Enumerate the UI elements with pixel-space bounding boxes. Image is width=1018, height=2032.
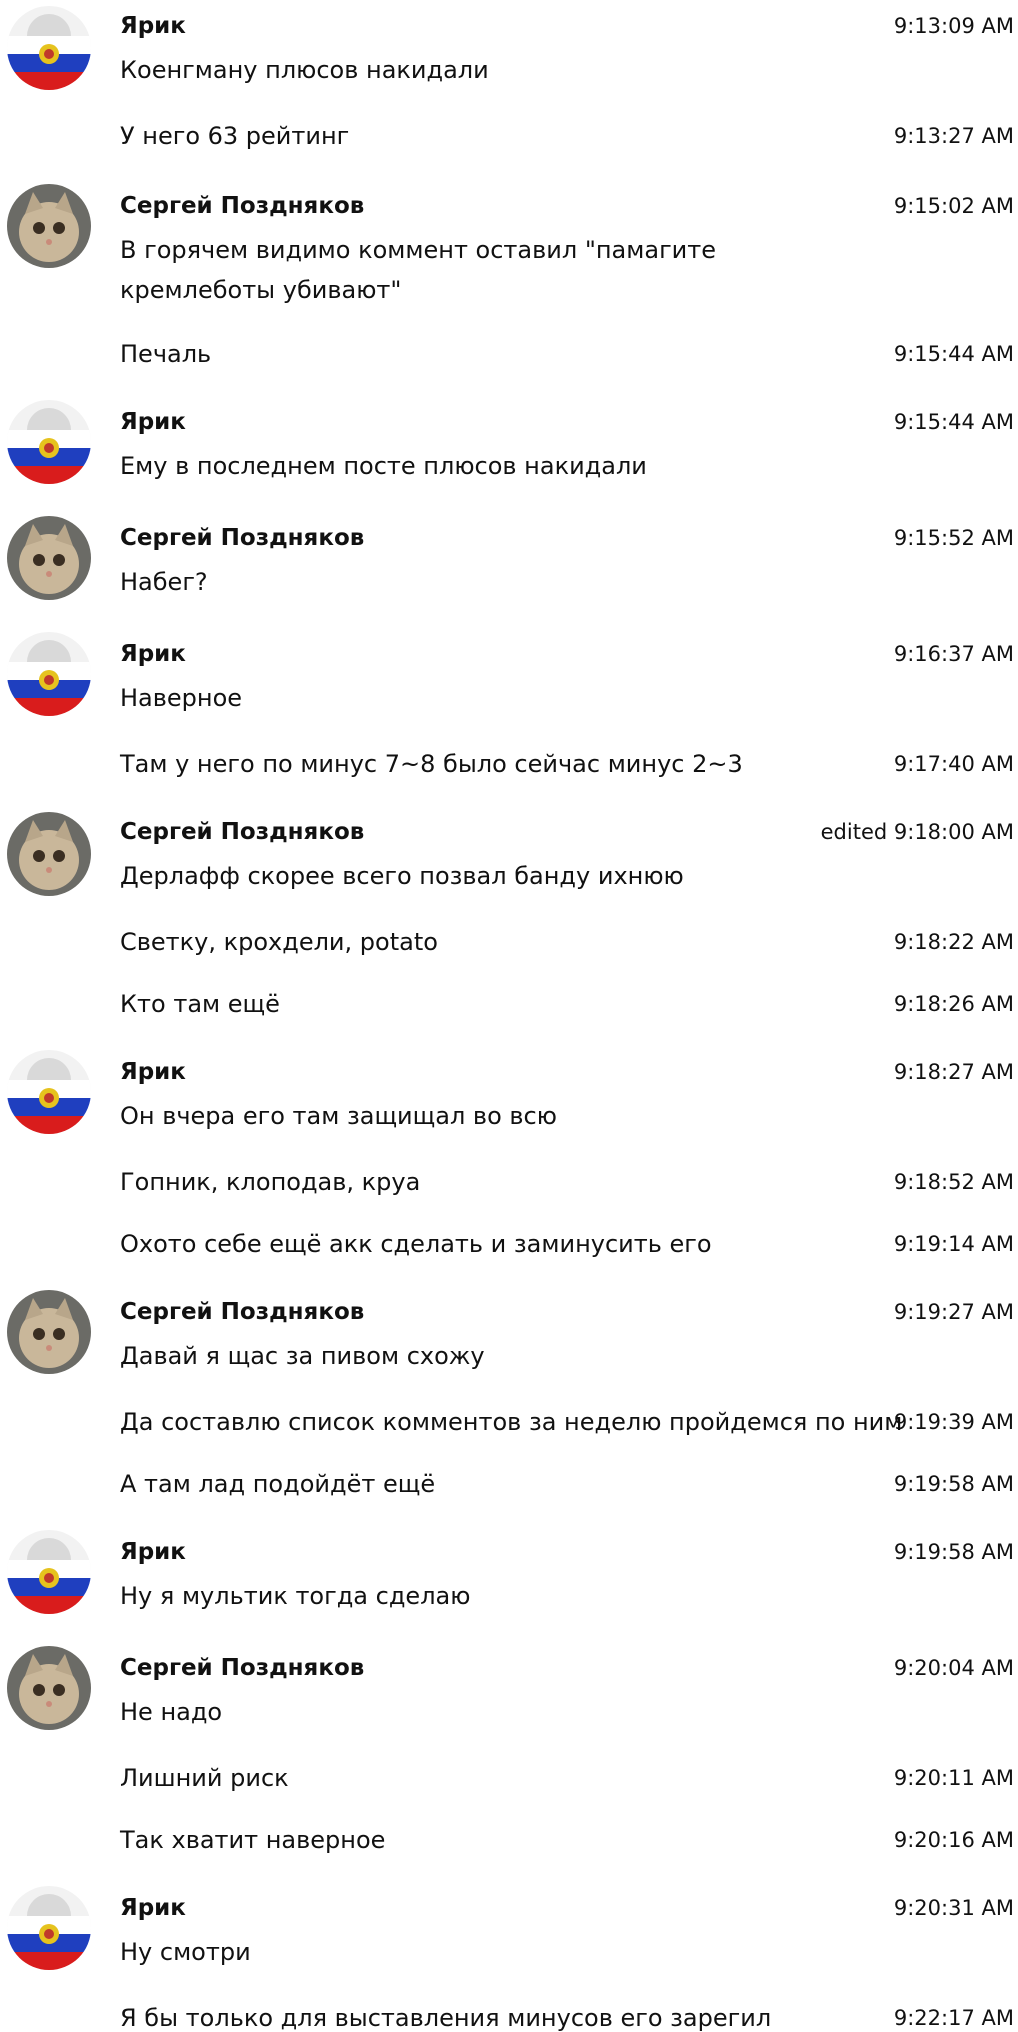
message-time: 9:15:02 AM [893,194,1014,218]
cat-avatar-icon[interactable] [7,184,91,268]
flag-avatar-icon[interactable] [7,1886,91,1970]
message-time: 9:19:14 AM [893,1232,1014,1256]
message-text: Набег? [120,568,208,596]
cat-avatar-icon[interactable] [7,516,91,600]
message-time: 9:17:40 AM [893,752,1014,776]
message-author: Сергей Поздняков [120,819,365,845]
message-time: 9:18:52 AM [893,1170,1014,1194]
message-text: Гопник, клоподав, круа [120,1168,421,1196]
flag-avatar-icon[interactable] [7,632,91,716]
message-time: 9:13:09 AM [893,14,1014,38]
message-author: Ярик [120,1895,186,1921]
message-text: Он вчера его там защищал во всю [120,1102,557,1130]
message-text: Коенгману плюсов накидали [120,56,489,84]
message-time: 9:20:11 AM [893,1766,1014,1790]
message-time: 9:22:17 AM [893,2006,1014,2030]
message-text: Не надо [120,1698,223,1726]
message-time: 9:19:58 AM [893,1472,1014,1496]
message-text: В горячем видимо коммент оставил "памаги… [120,236,717,304]
message-text: Печаль [120,340,212,368]
message-text: Светку, крохдели, potato [120,928,438,956]
message-author: Ярик [120,1059,186,1085]
message-time: 9:15:52 AM [893,526,1014,550]
message-time: 9:19:27 AM [893,1300,1014,1324]
message-time: 9:18:27 AM [893,1060,1014,1084]
message-time: 9:16:37 AM [893,642,1014,666]
message-author: Ярик [120,13,186,39]
message-text: У него 63 рейтинг [120,122,350,150]
message-text: Кто там ещё [120,990,280,1018]
message-author: Ярик [120,409,186,435]
message-time: 9:15:44 AM [893,410,1014,434]
message-time: 9:20:31 AM [893,1896,1014,1920]
cat-avatar-icon[interactable] [7,812,91,896]
flag-avatar-icon[interactable] [7,6,91,90]
message-text: Там у него по минус 7~8 было сейчас мину… [120,750,743,778]
message-text: Охото себе ещё акк сделать и заминусить … [120,1230,712,1258]
message-text: Ну я мультик тогда сделаю [120,1582,471,1610]
message-author: Ярик [120,1539,186,1565]
message-time: 9:19:58 AM [893,1540,1014,1564]
cat-avatar-icon[interactable] [7,1290,91,1374]
message-time: 9:18:22 AM [893,930,1014,954]
message-time: 9:20:04 AM [893,1656,1014,1680]
message-text: Ему в последнем посте плюсов накидали [120,452,647,480]
message-time: 9:19:39 AM [893,1410,1014,1434]
message-time: 9:20:16 AM [893,1828,1014,1852]
chat-history: Ярик 9:13:09 AM Коенгману плюсов накидал… [0,0,1018,2032]
message-author: Сергей Поздняков [120,525,365,551]
message-text: А там лад подойдёт ещё [120,1470,436,1498]
message-text: Давай я щас за пивом схожу [120,1342,485,1370]
message-text: Я бы только для выставления минусов его … [120,2004,772,2032]
flag-avatar-icon[interactable] [7,400,91,484]
message-author: Сергей Поздняков [120,1299,365,1325]
message-time: edited 9:18:00 AM [820,820,1014,844]
flag-avatar-icon[interactable] [7,1050,91,1134]
message-text: Так хватит наверное [120,1826,386,1854]
flag-avatar-icon[interactable] [7,1530,91,1614]
message-time: 9:15:44 AM [893,342,1014,366]
message-author: Ярик [120,641,186,667]
message-time: 9:13:27 AM [893,124,1014,148]
message-author: Сергей Поздняков [120,193,365,219]
message-text: Наверное [120,684,243,712]
message-text: Ну смотри [120,1938,251,1966]
message-text: Да составлю список комментов за неделю п… [120,1408,903,1436]
message-text: Лишний риск [120,1764,289,1792]
message-author: Сергей Поздняков [120,1655,365,1681]
message-time: 9:18:26 AM [893,992,1014,1016]
cat-avatar-icon[interactable] [7,1646,91,1730]
message-text: Дерлафф скорее всего позвал банду ихнюю [120,862,684,890]
